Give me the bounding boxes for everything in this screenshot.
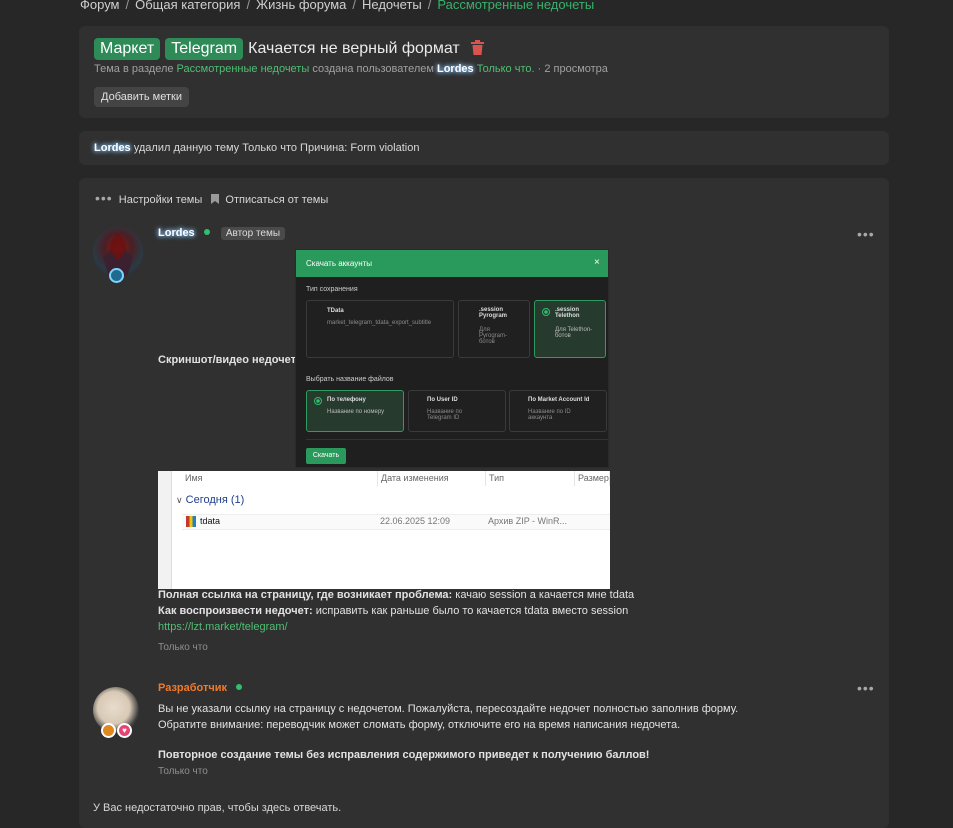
option-pyrogram-title: .session Pyrogram <box>479 307 508 319</box>
option-tdata[interactable]: TData market_telegram_tdata_export_subti… <box>306 300 454 358</box>
thread-title: Качается не верный формат <box>248 40 460 57</box>
breadcrumb-separator: / <box>427 0 432 12</box>
thread-toolbar: ••• Настройки темы Отписаться от темы <box>95 190 328 207</box>
file-name: tdata <box>200 516 221 526</box>
message-line-2: Обратите внимание: переводчик может слом… <box>158 719 681 731</box>
radio-telethon[interactable] <box>542 308 550 316</box>
filename-label: Выбрать название файлов <box>306 376 394 383</box>
post-menu-icon[interactable]: ••• <box>857 226 875 242</box>
meta-views: · 2 просмотра <box>537 63 608 75</box>
developer-avatar[interactable] <box>93 687 139 733</box>
thread-title-row: Маркет Telegram Качается не верный форма… <box>94 38 484 60</box>
fn-market-title: По Market Account Id <box>528 397 590 403</box>
reproduce-value: исправить как раньше было то качается td… <box>315 605 629 617</box>
full-link-label: Полная ссылка на страницу, где возникает… <box>158 589 453 601</box>
post-time[interactable]: Только что <box>158 766 208 777</box>
column-type[interactable]: Тип <box>486 471 575 486</box>
breadcrumb-item-bugs[interactable]: Недочеты <box>362 0 422 12</box>
deleted-by-user[interactable]: Lordes <box>94 142 131 154</box>
breadcrumb-item-forum[interactable]: Форум <box>80 0 120 12</box>
bug-url-link[interactable]: https://lzt.market/telegram/ <box>158 621 288 633</box>
heart-icon: ♥ <box>117 723 132 738</box>
breadcrumb-separator: / <box>246 0 251 12</box>
no-permission-notice: У Вас недостаточно прав, чтобы здесь отв… <box>93 802 342 814</box>
post-developer: ♥ Разработчик ••• Вы не указали ссылку н… <box>79 680 889 782</box>
thread-meta: Тема в разделе Рассмотренные недочеты со… <box>94 63 608 75</box>
fn-userid-desc: Название по Telegram ID <box>427 409 463 421</box>
download-button[interactable]: Скачать <box>306 448 346 464</box>
online-indicator <box>236 684 243 690</box>
fn-option-phone[interactable]: По телефону Название по номеру <box>306 390 404 432</box>
embedded-explorer-screenshot[interactable]: Имя Дата изменения Тип Размер ∨ Сегодня … <box>158 471 610 589</box>
message-warning: Повторное создание темы без исправления … <box>158 749 650 761</box>
column-size[interactable]: Размер <box>575 471 610 486</box>
fn-option-userid[interactable]: По User ID Название по Telegram ID <box>408 390 506 432</box>
author-badge: Автор темы <box>220 227 286 240</box>
prefix-badge-market[interactable]: Маркет <box>94 38 161 60</box>
prefix-badge-telegram[interactable]: Telegram <box>165 38 244 60</box>
message-line-1: Вы не указали ссылку на страницу с недоч… <box>158 703 739 715</box>
column-date[interactable]: Дата изменения <box>378 471 486 486</box>
fn-option-market[interactable]: По Market Account Id Название по ID акка… <box>509 390 607 432</box>
more-dots-icon[interactable]: ••• <box>95 190 113 206</box>
group-label: Сегодня (1) <box>185 494 245 506</box>
bookmark-icon <box>211 194 220 207</box>
fn-userid-title: По User ID <box>427 397 458 403</box>
embedded-dialog-screenshot[interactable]: Скачать аккаунты × Тип сохранения TData … <box>295 249 609 468</box>
file-date: 22.06.2025 12:09 <box>380 516 451 526</box>
online-indicator <box>203 229 210 235</box>
option-tdata-title: TData <box>327 308 344 314</box>
user-status-icon <box>109 268 124 283</box>
close-icon[interactable]: × <box>594 257 600 268</box>
fn-phone-title: По телефону <box>327 397 366 403</box>
file-row[interactable]: tdata 22.06.2025 12:09 Архив ZIP - WinR.… <box>182 514 610 530</box>
option-telethon-title: .session Telethon <box>555 307 580 319</box>
meta-section-link[interactable]: Рассмотренные недочеты <box>177 63 310 75</box>
save-type-label: Тип сохранения <box>306 286 358 293</box>
column-name[interactable]: Имя <box>182 471 378 486</box>
developer-message: Вы не указали ссылку на страницу с недоч… <box>158 701 858 763</box>
option-pyrogram[interactable]: .session Pyrogram Для Pyrogram-ботов <box>458 300 530 358</box>
post-menu-icon[interactable]: ••• <box>857 680 875 696</box>
thread-header: Маркет Telegram Качается не верный форма… <box>79 26 889 118</box>
radio-phone[interactable] <box>314 397 322 405</box>
reproduce-label: Как воспроизвести недочет: <box>158 605 313 617</box>
screenshot-label: Скриншот/видео недочета: <box>158 354 306 366</box>
dialog-header: Скачать аккаунты × <box>296 250 608 277</box>
fn-phone-desc: Название по номеру <box>327 409 385 415</box>
unsubscribe-link[interactable]: Отписаться от темы <box>225 194 328 206</box>
option-tdata-desc: market_telegram_tdata_export_subtitle <box>327 320 432 326</box>
option-telethon-desc: Для Telethon-ботов <box>555 327 593 339</box>
thread-settings-link[interactable]: Настройки темы <box>119 194 203 206</box>
option-pyrogram-desc: Для Pyrogram-ботов <box>479 327 508 345</box>
file-type: Архив ZIP - WinR... <box>488 516 568 526</box>
meta-time[interactable]: Только что. <box>477 63 535 75</box>
post-body: Полная ссылка на страницу, где возникает… <box>158 587 858 635</box>
breadcrumb-item-general[interactable]: Общая категория <box>135 0 240 12</box>
breadcrumb-item-forum-life[interactable]: Жизнь форума <box>256 0 346 12</box>
chevron-down-icon[interactable]: ∨ <box>176 495 183 505</box>
deleted-notice-text: удалил данную тему Только что Причина: F… <box>133 142 420 154</box>
dialog-title: Скачать аккаунты <box>306 259 373 268</box>
meta-user-link[interactable]: Lordes <box>437 63 474 75</box>
developer-name[interactable]: Разработчик <box>158 682 227 694</box>
breadcrumb-item-reviewed[interactable]: Рассмотренные недочеты <box>437 0 594 12</box>
meta-created-by: создана пользователем <box>312 63 434 75</box>
deleted-notice: Lordes удалил данную тему Только что При… <box>79 131 889 165</box>
post-time[interactable]: Только что <box>158 642 208 653</box>
fn-market-desc: Название по ID аккаунта <box>528 409 571 421</box>
group-header[interactable]: ∨ Сегодня (1) <box>176 494 244 506</box>
post-lordes: Lordes Автор темы ••• Скриншот/видео нед… <box>79 220 889 660</box>
option-telethon[interactable]: .session Telethon Для Telethon-ботов <box>534 300 606 358</box>
post-author-name[interactable]: Lordes <box>158 227 195 239</box>
meta-prefix: Тема в разделе <box>94 63 174 75</box>
breadcrumb: Форум / Общая категория / Жизнь форума / Недоч… <box>80 0 594 12</box>
breadcrumb-separator: / <box>125 0 130 12</box>
trash-icon[interactable] <box>470 40 484 58</box>
breadcrumb-separator: / <box>352 0 357 12</box>
zip-archive-icon <box>186 516 196 527</box>
developer-badge-icon <box>101 723 116 738</box>
full-link-value: качаю session а качается мне tdata <box>455 589 635 601</box>
add-tags-button[interactable]: Добавить метки <box>94 87 189 107</box>
